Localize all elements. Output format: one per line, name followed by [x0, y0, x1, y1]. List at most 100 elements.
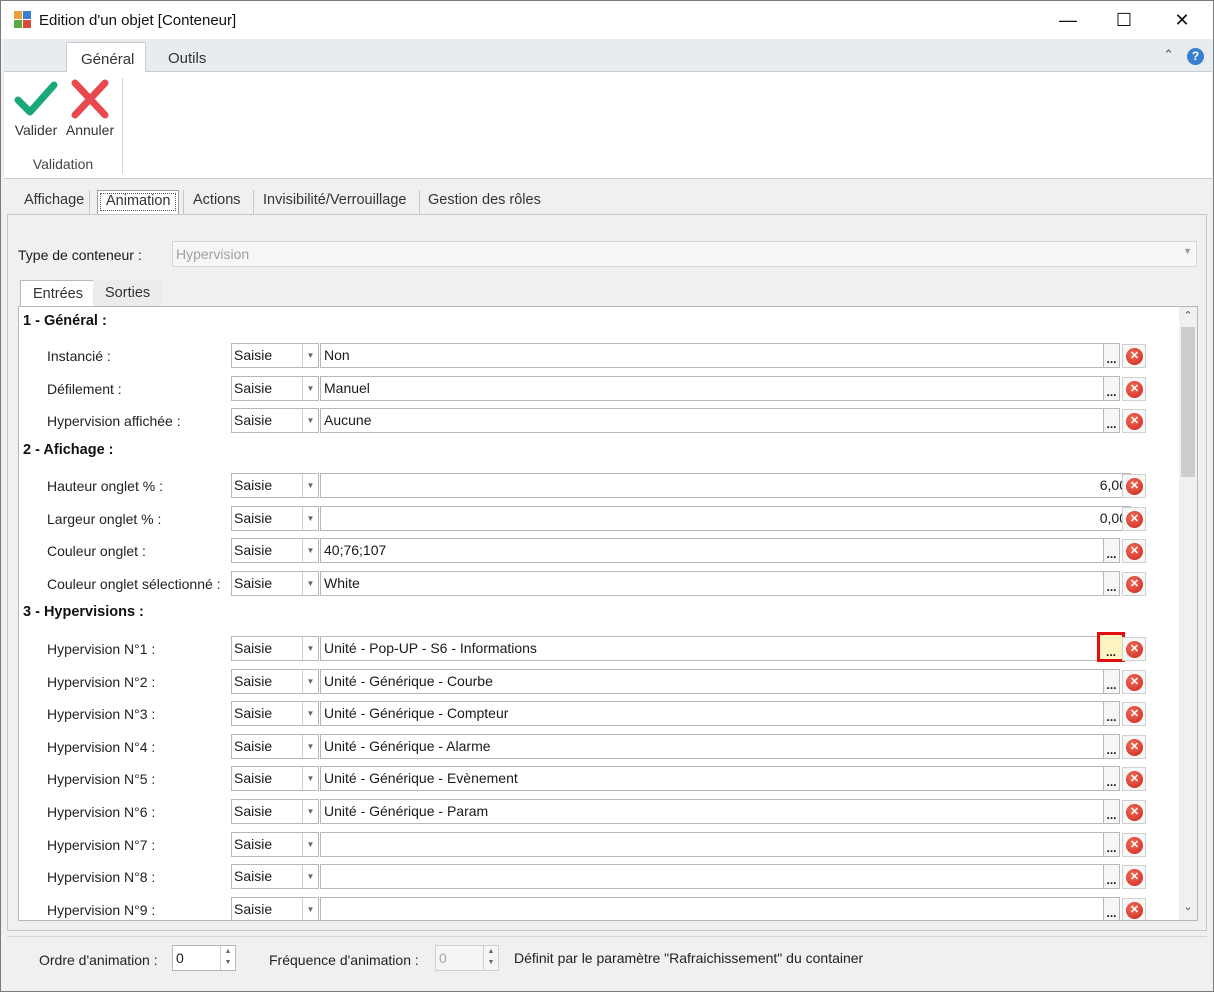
dropdown-arrow-icon[interactable]: ▼ [302, 539, 318, 562]
property-value-field[interactable]: Unité - Générique - Compteur [320, 701, 1104, 726]
ribbon-group-label: Validation [32, 156, 94, 172]
property-value-field[interactable]: Non [320, 343, 1104, 368]
browse-button[interactable]: ... [1103, 864, 1120, 889]
vertical-scrollbar[interactable]: ⌃ ⌄ [1179, 307, 1197, 920]
validate-button[interactable]: Valider [9, 76, 63, 142]
dropdown-arrow-icon[interactable]: ▼ [302, 409, 318, 432]
clear-button[interactable]: ✕ [1122, 474, 1146, 498]
dropdown-arrow-icon[interactable]: ▼ [302, 474, 318, 497]
browse-button[interactable]: ... [1103, 538, 1120, 563]
browse-button[interactable]: ... [1103, 734, 1120, 759]
tab-separator [253, 190, 254, 214]
browse-button[interactable]: ... [1097, 632, 1125, 662]
maximize-button[interactable]: ☐ [1095, 1, 1153, 39]
property-value-field[interactable]: 0,00 [320, 506, 1131, 531]
clear-button[interactable]: ✕ [1122, 670, 1146, 694]
tab-affichage[interactable]: Affichage [24, 190, 84, 214]
ribbon-tab-tools[interactable]: Outils [154, 42, 220, 73]
tab-outputs[interactable]: Sorties [93, 280, 163, 306]
property-label: Hauteur onglet % : [47, 478, 163, 494]
dropdown-arrow-icon[interactable]: ▼ [302, 344, 318, 367]
browse-button[interactable]: ... [1103, 832, 1120, 857]
clear-button[interactable]: ✕ [1122, 539, 1146, 563]
dropdown-arrow-icon[interactable]: ▼ [302, 833, 318, 856]
property-value-field[interactable]: White [320, 571, 1104, 596]
property-row: Hypervision N°2 : Saisie ▼ Unité - Génériqu… [19, 669, 1179, 695]
property-value-field[interactable]: 40;76;107 [320, 538, 1104, 563]
dropdown-arrow-icon[interactable]: ▼ [302, 800, 318, 823]
browse-button[interactable]: ... [1103, 799, 1120, 824]
clear-button[interactable]: ✕ [1122, 833, 1146, 857]
minimize-button[interactable]: — [1039, 1, 1097, 39]
scroll-down-icon[interactable]: ⌄ [1179, 900, 1197, 918]
property-value-field[interactable]: Aucune [320, 408, 1104, 433]
container-type-select[interactable]: Hypervision ▼ [172, 241, 1197, 267]
dropdown-arrow-icon[interactable]: ▼ [302, 377, 318, 400]
browse-button[interactable]: ... [1103, 376, 1120, 401]
property-value-field[interactable]: Unité - Générique - Evènement [320, 766, 1104, 791]
property-value-field[interactable] [320, 864, 1104, 889]
property-row: Hypervision N°3 : Saisie ▼ Unité - Génériqu… [19, 701, 1179, 727]
property-row: Hypervision affichée : Saisie ▼ Aucune... ✕ [19, 408, 1179, 434]
clear-button[interactable]: ✕ [1122, 702, 1146, 726]
property-row: Couleur onglet sélectionné : Saisie ▼ White… [19, 571, 1179, 597]
clear-button[interactable]: ✕ [1122, 898, 1146, 920]
dropdown-arrow-icon[interactable]: ▼ [302, 767, 318, 790]
spinner-arrows-icon[interactable]: ▲ ▼ [220, 946, 235, 970]
tab-invisibility-lock[interactable]: Invisibilité/Verrouillage [263, 190, 406, 214]
dropdown-arrow-icon[interactable]: ▼ [302, 735, 318, 758]
animation-settings-bar: Ordre d'animation : 0 ▲ ▼ Fréquence d'ani… [7, 936, 1207, 986]
browse-button[interactable]: ... [1103, 701, 1120, 726]
property-value-field[interactable]: 6,00 [320, 473, 1131, 498]
property-value-field[interactable] [320, 897, 1104, 920]
browse-button[interactable]: ... [1103, 669, 1120, 694]
spinner-arrows-icon: ▲ ▼ [483, 946, 498, 970]
clear-button[interactable]: ✕ [1122, 507, 1146, 531]
clear-button[interactable]: ✕ [1122, 767, 1146, 791]
delete-x-icon: ✕ [1126, 576, 1143, 593]
dropdown-arrow-icon[interactable]: ▼ [302, 702, 318, 725]
tab-actions[interactable]: Actions [193, 190, 241, 214]
collapse-ribbon-icon[interactable]: ⌃ [1163, 47, 1174, 63]
clear-button[interactable]: ✕ [1122, 800, 1146, 824]
browse-button[interactable]: ... [1103, 343, 1120, 368]
tab-inputs[interactable]: Entrées [20, 280, 96, 306]
dropdown-arrow-icon[interactable]: ▼ [302, 572, 318, 595]
browse-button[interactable]: ... [1103, 408, 1120, 433]
property-value-field[interactable] [320, 832, 1104, 857]
tab-roles[interactable]: Gestion des rôles [428, 190, 541, 214]
property-value-field[interactable]: Unité - Générique - Alarme [320, 734, 1104, 759]
property-value-field[interactable]: Unité - Générique - Courbe [320, 669, 1104, 694]
browse-button[interactable]: ... [1103, 766, 1120, 791]
clear-button[interactable]: ✕ [1122, 344, 1146, 368]
clear-button[interactable]: ✕ [1122, 735, 1146, 759]
dropdown-arrow-icon[interactable]: ▼ [302, 898, 318, 920]
browse-button[interactable]: ... [1103, 897, 1120, 920]
dropdown-arrow-icon[interactable]: ▼ [302, 670, 318, 693]
dropdown-arrow-icon[interactable]: ▼ [302, 507, 318, 530]
ribbon-tab-general[interactable]: Général [66, 42, 146, 73]
clear-button[interactable]: ✕ [1122, 572, 1146, 596]
property-label: Hypervision affichée : [47, 413, 181, 429]
help-icon[interactable]: ? [1187, 48, 1204, 65]
animation-order-input[interactable]: 0 ▲ ▼ [172, 945, 236, 971]
property-value-field[interactable]: Unité - Générique - Param [320, 799, 1104, 824]
clear-button[interactable]: ✕ [1122, 409, 1146, 433]
dropdown-arrow-icon[interactable]: ▼ [302, 637, 318, 660]
property-row: Hypervision N°1 : Saisie ▼ Unité - Pop-UP -… [19, 632, 1179, 662]
dropdown-arrow-icon[interactable]: ▼ [302, 865, 318, 888]
property-value-field[interactable]: Manuel [320, 376, 1104, 401]
property-value-field[interactable]: Unité - Pop-UP - S6 - Informations [320, 636, 1104, 661]
close-button[interactable]: ✕ [1153, 1, 1211, 39]
cancel-button[interactable]: Annuler [63, 76, 117, 142]
animation-order-value: 0 [176, 950, 184, 966]
property-label: Instancié : [47, 348, 111, 364]
clear-button[interactable]: ✕ [1122, 637, 1146, 661]
tab-animation[interactable]: Animation [97, 190, 180, 214]
clear-button[interactable]: ✕ [1122, 865, 1146, 889]
property-label: Défilement : [47, 381, 122, 397]
scroll-thumb[interactable] [1181, 327, 1195, 477]
scroll-up-icon[interactable]: ⌃ [1179, 309, 1197, 327]
browse-button[interactable]: ... [1103, 571, 1120, 596]
clear-button[interactable]: ✕ [1122, 377, 1146, 401]
